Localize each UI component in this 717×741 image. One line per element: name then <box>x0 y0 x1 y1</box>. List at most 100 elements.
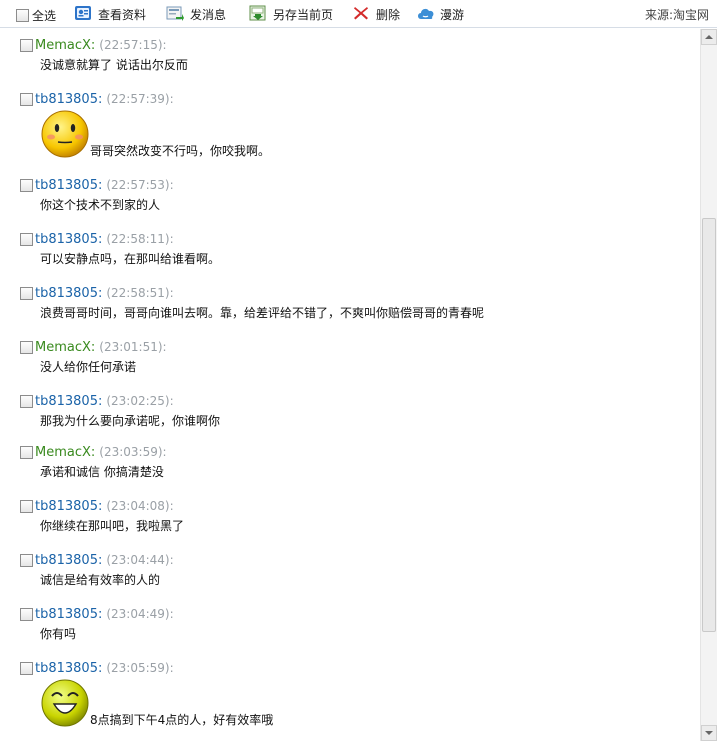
message-body: 哥哥突然改变不行吗，你咬我啊。 <box>40 109 690 159</box>
message-text: 那我为什么要向承诺呢，你谁啊你 <box>40 414 221 428</box>
message-text: 浪费哥哥时间，哥哥向谁叫去啊。靠，给差评给不错了，不爽叫你赔偿哥哥的青春呢 <box>40 306 485 320</box>
message-text: 你这个技术不到家的人 <box>40 198 161 212</box>
message-sender[interactable]: tb813805: <box>35 232 102 247</box>
message-text: 没人给你任何承诺 <box>40 360 137 374</box>
message-text: 没诚意就算了 说话出尔反而 <box>40 58 188 72</box>
chat-message: tb813805: (23:05:59): 8点搞到下午4点的人，好有效率哦 <box>20 660 690 728</box>
message-body: 你这个技术不到家的人 <box>40 197 690 213</box>
message-header: MemacX: (22:57:15): <box>20 37 690 53</box>
message-sender[interactable]: tb813805: <box>35 394 102 409</box>
message-sender[interactable]: tb813805: <box>35 92 102 107</box>
message-timestamp: (23:05:59): <box>106 661 174 675</box>
chat-message: MemacX: (22:57:15): 没诚意就算了 说话出尔反而 <box>20 37 690 73</box>
message-text: 诚信是给有效率的人的 <box>40 573 161 587</box>
message-sender[interactable]: tb813805: <box>35 661 102 676</box>
message-sender[interactable]: tb813805: <box>35 499 102 514</box>
message-timestamp: (22:57:39): <box>106 92 174 106</box>
chat-message: tb813805: (23:04:08): 你继续在那叫吧，我啦黑了 <box>20 498 690 534</box>
send-message-label: 发消息 <box>190 7 227 22</box>
message-text: 可以安静点吗，在那叫给谁看啊。 <box>40 252 221 266</box>
laughing-emoji-icon <box>40 678 90 728</box>
message-select-checkbox[interactable] <box>20 92 33 106</box>
message-select-checkbox[interactable] <box>20 445 33 459</box>
message-list[interactable]: MemacX: (22:57:15): 没诚意就算了 说话出尔反而 tb813805:… <box>0 29 700 741</box>
scroll-down-arrow-icon <box>705 731 713 735</box>
delete-label: 删除 <box>376 7 401 22</box>
message-sender[interactable]: MemacX: <box>35 340 95 355</box>
message-timestamp: (22:57:15): <box>99 38 167 52</box>
message-header: tb813805: (22:57:53): <box>20 177 690 193</box>
message-sender[interactable]: tb813805: <box>35 553 102 568</box>
roaming-label: 漫游 <box>440 7 465 22</box>
message-sender[interactable]: tb813805: <box>35 607 102 622</box>
send-message-button[interactable]: 发消息 <box>166 0 226 28</box>
chat-message: MemacX: (23:03:59): 承诺和诚信 你搞清楚没 <box>20 444 690 480</box>
chat-message: MemacX: (23:01:51): 没人给你任何承诺 <box>20 339 690 375</box>
message-body: 你继续在那叫吧，我啦黑了 <box>40 518 690 534</box>
message-timestamp: (22:58:11): <box>106 232 174 246</box>
message-timestamp: (23:04:44): <box>106 553 174 567</box>
roaming-button[interactable]: 漫游 <box>416 0 464 28</box>
message-select-checkbox[interactable] <box>20 38 33 52</box>
message-sender[interactable]: tb813805: <box>35 286 102 301</box>
message-select-checkbox[interactable] <box>20 340 33 354</box>
message-header: tb813805: (23:05:59): <box>20 660 690 676</box>
message-select-checkbox[interactable] <box>20 553 33 567</box>
chat-message: tb813805: (23:04:49): 你有吗 <box>20 606 690 642</box>
message-body: 那我为什么要向承诺呢，你谁啊你 <box>40 413 690 429</box>
message-header: tb813805: (23:04:08): <box>20 498 690 514</box>
message-timestamp: (23:04:49): <box>106 607 174 621</box>
message-sender[interactable]: MemacX: <box>35 38 95 53</box>
message-select-checkbox[interactable] <box>20 607 33 621</box>
select-all-checkbox[interactable]: 全选 <box>16 7 56 23</box>
delete-icon <box>352 5 370 24</box>
message-header: tb813805: (22:58:11): <box>20 231 690 247</box>
message-text: 8点搞到下午4点的人，好有效率哦 <box>90 713 274 727</box>
message-text: 你继续在那叫吧，我啦黑了 <box>40 519 185 533</box>
view-profile-label: 查看资料 <box>98 7 147 22</box>
send-message-icon <box>166 5 184 24</box>
scroll-up-arrow-icon <box>705 35 713 39</box>
message-text: 你有吗 <box>40 627 77 641</box>
message-body: 可以安静点吗，在那叫给谁看啊。 <box>40 251 690 267</box>
chat-message: tb813805: (22:58:51): 浪费哥哥时间，哥哥向谁叫去啊。靠，给差评… <box>20 285 690 321</box>
save-current-page-label: 另存当前页 <box>273 7 334 22</box>
message-select-checkbox[interactable] <box>20 286 33 300</box>
message-header: MemacX: (23:03:59): <box>20 444 690 460</box>
save-current-page-button[interactable]: 另存当前页 <box>249 0 333 28</box>
message-body: 浪费哥哥时间，哥哥向谁叫去啊。靠，给差评给不错了，不爽叫你赔偿哥哥的青春呢 <box>40 305 690 321</box>
message-select-checkbox[interactable] <box>20 499 33 513</box>
chat-message: tb813805: (23:02:25): 那我为什么要向承诺呢，你谁啊你 <box>20 393 690 429</box>
message-body: 你有吗 <box>40 626 690 642</box>
message-timestamp: (23:02:25): <box>106 394 174 408</box>
chat-message: tb813805: (22:57:53): 你这个技术不到家的人 <box>20 177 690 213</box>
checkbox-icon[interactable] <box>16 8 29 22</box>
message-text: 哥哥突然改变不行吗，你咬我啊。 <box>90 144 271 158</box>
message-timestamp: (23:03:59): <box>99 445 167 459</box>
message-timestamp: (23:01:51): <box>99 340 167 354</box>
message-select-checkbox[interactable] <box>20 394 33 408</box>
chat-message: tb813805: (22:58:11): 可以安静点吗，在那叫给谁看啊。 <box>20 231 690 267</box>
vertical-scrollbar[interactable] <box>700 29 717 741</box>
toolbar: 全选 查看资料 发消息 另存当前页 删除 漫游 来源:淘宝网 <box>0 0 717 28</box>
view-profile-button[interactable]: 查看资料 <box>74 0 146 28</box>
message-sender[interactable]: tb813805: <box>35 178 102 193</box>
message-timestamp: (22:58:51): <box>106 286 174 300</box>
delete-button[interactable]: 删除 <box>352 0 400 28</box>
message-select-checkbox[interactable] <box>20 661 33 675</box>
message-select-checkbox[interactable] <box>20 232 33 246</box>
message-body: 诚信是给有效率的人的 <box>40 572 690 588</box>
message-select-checkbox[interactable] <box>20 178 33 192</box>
message-body: 没诚意就算了 说话出尔反而 <box>40 57 690 73</box>
scrollbar-thumb[interactable] <box>702 218 716 632</box>
smiley-emoji-icon <box>40 109 90 159</box>
message-header: tb813805: (23:04:49): <box>20 606 690 622</box>
message-text: 承诺和诚信 你搞清楚没 <box>40 465 164 479</box>
message-body: 承诺和诚信 你搞清楚没 <box>40 464 690 480</box>
scroll-down-button[interactable] <box>701 725 717 741</box>
save-page-icon <box>249 5 267 24</box>
chat-message: tb813805: (23:04:44): 诚信是给有效率的人的 <box>20 552 690 588</box>
scroll-up-button[interactable] <box>701 29 717 45</box>
message-sender[interactable]: MemacX: <box>35 445 95 460</box>
message-header: tb813805: (22:57:39): <box>20 91 690 107</box>
